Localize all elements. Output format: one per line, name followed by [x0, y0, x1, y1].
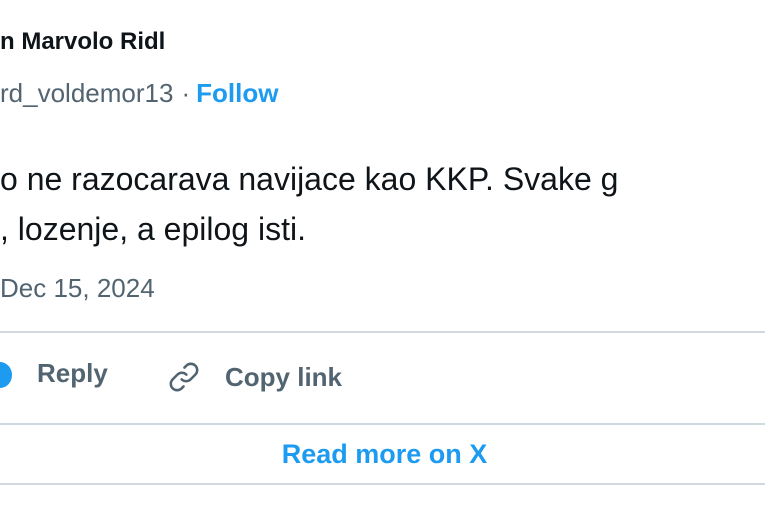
tweet-card: n Marvolo Ridl rd_voldemor13 · Follow o ne… — [0, 0, 765, 510]
heart-icon[interactable] — [0, 362, 12, 388]
action-bar: Reply Copy link — [0, 350, 765, 406]
tweet-timestamp[interactable]: Dec 15, 2024 — [0, 273, 155, 304]
link-icon — [169, 362, 199, 392]
copy-link-button[interactable]: Copy link — [165, 358, 342, 396]
reply-button[interactable]: Reply — [37, 358, 108, 389]
divider — [0, 331, 765, 333]
tweet-text-line: , lozenje, a epilog isti. — [0, 211, 306, 247]
copy-link-label: Copy link — [225, 361, 343, 392]
read-more-button[interactable]: Read more on X — [282, 439, 488, 470]
read-more-bar: Read more on X — [0, 423, 765, 485]
separator-dot: · — [181, 78, 191, 108]
follow-button[interactable]: Follow — [196, 78, 278, 108]
author-handle-row: rd_voldemor13 · Follow — [0, 78, 278, 109]
author-display-name[interactable]: n Marvolo Ridl — [0, 28, 165, 56]
reply-label: Reply — [37, 358, 108, 388]
tweet-text-line: o ne razocarava navijace kao KKP. Svake … — [0, 161, 619, 197]
tweet-text: o ne razocarava navijace kao KKP. Svake … — [0, 154, 765, 254]
author-handle[interactable]: rd_voldemor13 — [0, 78, 173, 108]
